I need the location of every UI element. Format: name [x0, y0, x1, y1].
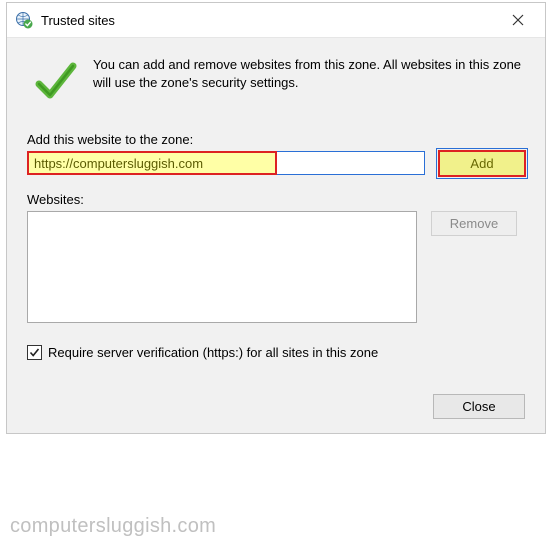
dialog-title: Trusted sites [41, 13, 495, 28]
website-url-input[interactable] [27, 151, 425, 175]
add-button[interactable]: Add [439, 151, 525, 176]
intro-text: You can add and remove websites from thi… [93, 56, 525, 91]
remove-button: Remove [431, 211, 517, 236]
trusted-sites-dialog: Trusted sites You can add and remove web… [6, 2, 546, 434]
watermark-text: computersluggish.com [10, 515, 216, 538]
add-website-label: Add this website to the zone: [27, 132, 525, 147]
websites-label: Websites: [27, 192, 525, 207]
dialog-body: You can add and remove websites from thi… [7, 37, 545, 433]
checkmark-icon [33, 58, 79, 104]
checkbox-box-icon [27, 345, 42, 360]
websites-listbox[interactable] [27, 211, 417, 323]
require-https-label: Require server verification (https:) for… [48, 345, 378, 360]
require-https-checkbox[interactable]: Require server verification (https:) for… [27, 345, 525, 360]
intro-section: You can add and remove websites from thi… [27, 56, 525, 104]
globe-check-icon [15, 11, 33, 29]
close-icon[interactable] [495, 5, 541, 35]
titlebar: Trusted sites [7, 3, 545, 37]
close-button[interactable]: Close [433, 394, 525, 419]
